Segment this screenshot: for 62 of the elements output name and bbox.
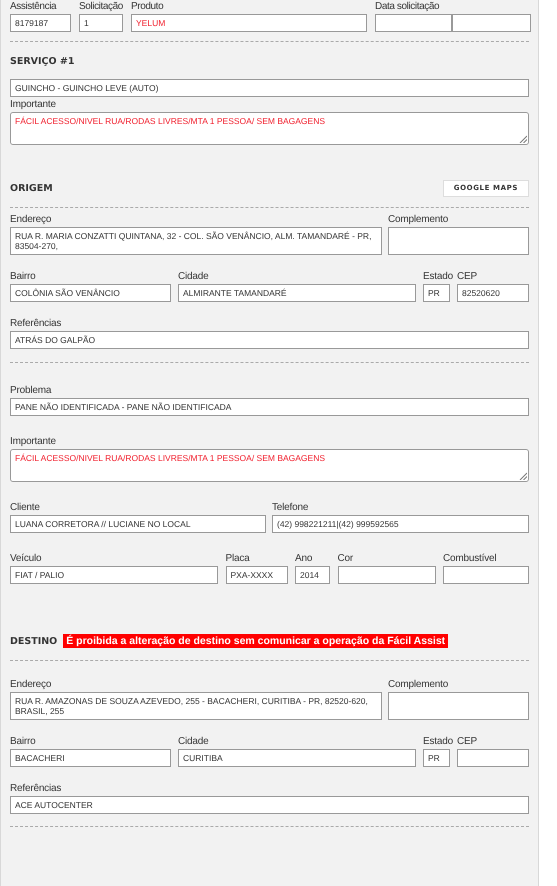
input-field[interactable]: PANE NÃO IDENTIFICADA - PANE NÃO IDENTIFICADA <box>10 398 529 416</box>
field-label: Referências <box>10 318 62 330</box>
field-label: Bairro <box>10 736 36 748</box>
field-label: Combustível <box>443 553 498 565</box>
field-label: Importante <box>10 99 57 111</box>
field-label: Produto <box>131 1 164 13</box>
input-field[interactable] <box>443 566 529 584</box>
field-label: Veículo <box>10 553 42 565</box>
input-field[interactable]: CURITIBA <box>178 749 416 767</box>
field-label: Solicitação <box>79 1 123 13</box>
field-label: CEP <box>457 271 478 283</box>
input-field[interactable] <box>375 14 452 32</box>
field-label: Cidade <box>178 271 210 283</box>
input-field[interactable]: ACE AUTOCENTER <box>10 796 529 814</box>
input-field[interactable] <box>388 227 529 255</box>
field-label: Endereço <box>10 679 52 691</box>
input-field[interactable] <box>338 566 436 584</box>
field-label: CEP <box>457 736 478 748</box>
field-label: Importante <box>10 436 57 448</box>
field-label: Ano <box>295 553 314 565</box>
input-field[interactable]: 1 <box>79 14 123 32</box>
field-label: Endereço <box>10 214 52 226</box>
input-field[interactable]: 2014 <box>295 566 330 584</box>
input-field[interactable]: RUA R. AMAZONAS DE SOUZA AZEVEDO, 255 - BACACHERI, CURITIBA - PR, 82520-620, BRASIL, 255 <box>10 692 382 720</box>
field-label: Assistência <box>10 1 58 13</box>
input-field[interactable]: 8179187 <box>10 14 71 32</box>
field-label: Cidade <box>178 736 210 748</box>
input-field[interactable]: FIAT / PALIO <box>10 566 218 584</box>
input-field[interactable]: YELUM <box>131 14 367 32</box>
field-label: Cliente <box>10 502 41 514</box>
input-field[interactable]: ATRÁS DO GALPÃO <box>10 331 529 349</box>
input-field[interactable] <box>388 692 529 720</box>
field-label: Complemento <box>388 679 450 691</box>
section-title: DESTINO <box>10 636 58 646</box>
input-field[interactable]: PR <box>423 749 450 767</box>
input-field[interactable]: RUA R. MARIA CONZATTI QUINTANA, 32 - COL. SÃO VENÂNCIO, ALM. TAMANDARÉ - PR, 83504-270, <box>10 227 382 255</box>
input-field[interactable]: GUINCHO - GUINCHO LEVE (AUTO) <box>10 79 529 97</box>
resize-grip-icon[interactable] <box>519 472 527 480</box>
input-field[interactable]: COLÔNIA SÃO VENÂNCIO <box>10 284 171 302</box>
section-title: ORIGEM <box>10 182 53 194</box>
section-title: SERVIÇO #1 <box>10 56 74 66</box>
field-label: Referências <box>10 783 62 795</box>
input-field[interactable]: PR <box>423 284 450 302</box>
input-field[interactable]: 82520620 <box>457 284 529 302</box>
input-field[interactable] <box>457 749 529 767</box>
resize-grip-icon[interactable] <box>519 135 527 143</box>
input-field[interactable]: PXA-XXXX <box>226 566 288 584</box>
field-label: Telefone <box>272 502 310 514</box>
text-area[interactable]: FÁCIL ACESSO/NIVEL RUA/RODAS LIVRES/MTA 1 PESSOA/ SEM BAGAGENS <box>10 112 529 145</box>
field-label: Bairro <box>10 271 36 283</box>
input-field[interactable]: ALMIRANTE TAMANDARÉ <box>178 284 416 302</box>
input-field[interactable]: LUANA CORRETORA // LUCIANE NO LOCAL <box>10 515 266 533</box>
field-label: Cor <box>338 553 354 565</box>
input-field[interactable]: (42) 998221211|(42) 999592565 <box>272 515 529 533</box>
field-label: Complemento <box>388 214 450 226</box>
field-label: Data solicitação <box>375 1 440 13</box>
text-area[interactable]: FÁCIL ACESSO/NIVEL RUA/RODAS LIVRES/MTA 1 PESSOA/ SEM BAGAGENS <box>10 449 529 482</box>
input-field[interactable]: BACACHERI <box>10 749 171 767</box>
warning-label: É proibida a alteração de destino sem comunicar a operação da Fácil Assist <box>63 634 448 648</box>
field-label: Placa <box>226 553 251 565</box>
input-field[interactable] <box>452 14 531 32</box>
field-label: Problema <box>10 385 52 397</box>
